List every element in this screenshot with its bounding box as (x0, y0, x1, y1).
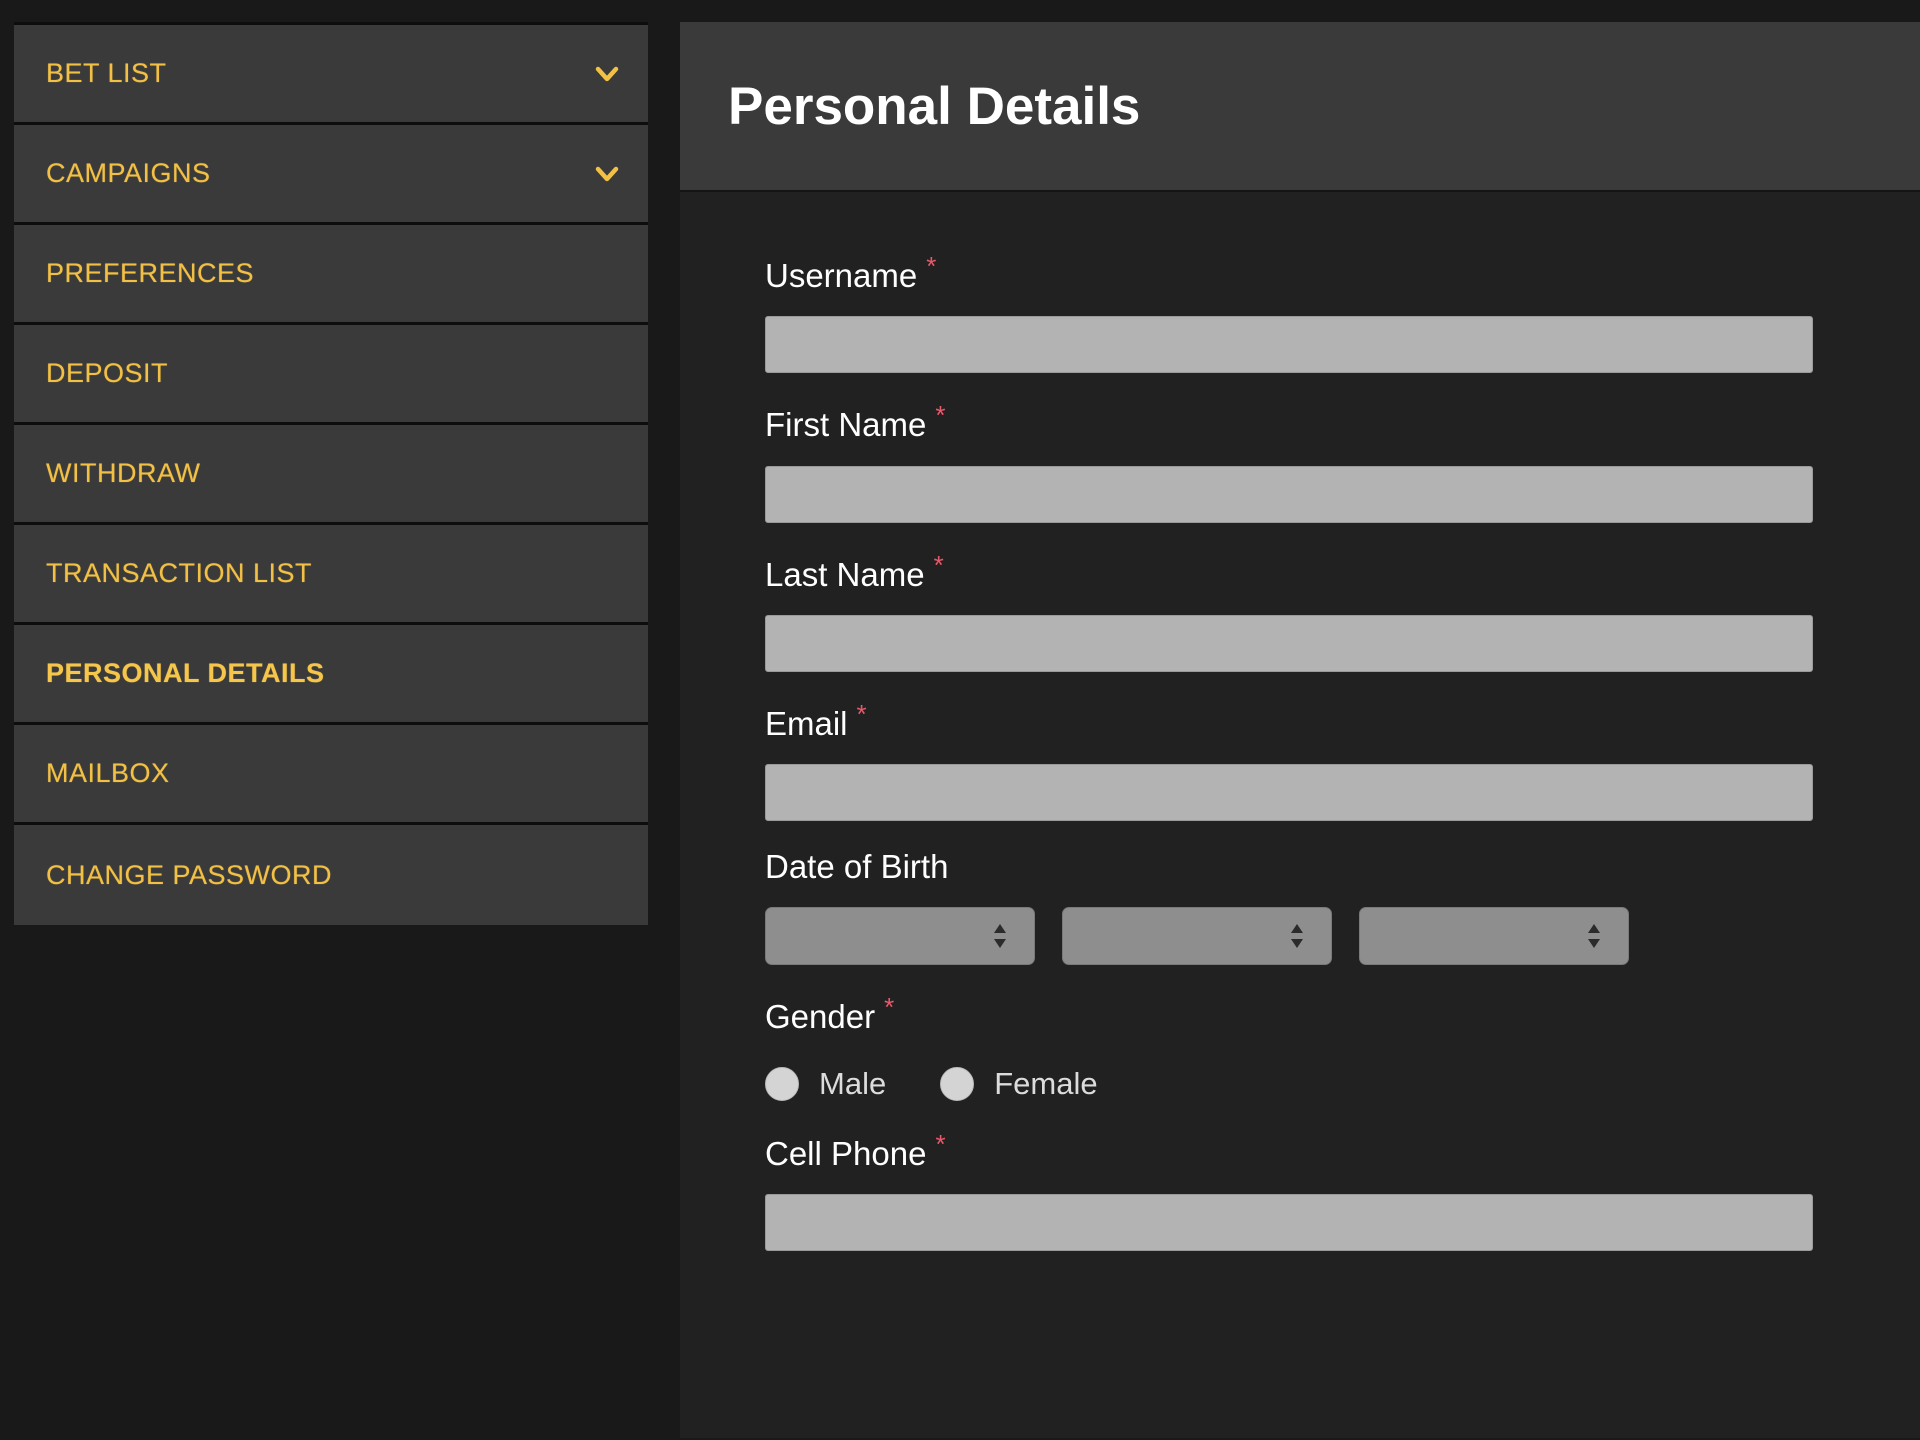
email-input[interactable] (765, 764, 1813, 822)
email-label: Email * (765, 700, 1815, 742)
radio-button-icon[interactable] (940, 1066, 975, 1101)
sidebar-item-label: PERSONAL DETAILS (46, 658, 325, 688)
sidebar-item-personal-details[interactable]: PERSONAL DETAILS (14, 625, 648, 725)
sidebar-item-label: DEPOSIT (46, 358, 169, 388)
sidebar-item-preferences[interactable]: PREFERENCES (14, 225, 648, 325)
sidebar-item-bet-list[interactable]: BET LIST (14, 25, 648, 125)
sidebar-item-change-password[interactable]: CHANGE PASSWORD (14, 825, 648, 925)
last-name-input[interactable] (765, 614, 1813, 672)
dob-month-select[interactable] (1062, 907, 1332, 966)
gender-option-label: Female (994, 1065, 1098, 1101)
first-name-label-text: First Name (765, 406, 927, 444)
required-asterisk: * (856, 698, 867, 729)
dob-year-select[interactable] (1359, 907, 1629, 966)
main-content: Personal Details Username * First Name * L… (680, 22, 1920, 1440)
sidebar-item-label: PREFERENCES (46, 258, 255, 288)
email-label-text: Email (765, 704, 848, 742)
sidebar-item-label: CHANGE PASSWORD (46, 859, 333, 890)
required-asterisk: * (884, 992, 895, 1023)
sidebar-item-deposit[interactable]: DEPOSIT (14, 325, 648, 425)
sidebar-item-label: MAILBOX (46, 758, 170, 788)
page-header: Personal Details (680, 22, 1920, 192)
field-email: Email * (765, 700, 1815, 822)
spinner-arrows-icon (1289, 922, 1305, 950)
page-title: Personal Details (728, 76, 1141, 136)
cell-phone-label: Cell Phone * (765, 1128, 1815, 1172)
field-gender: Gender * Male Female (765, 993, 1815, 1101)
radio-button-icon[interactable] (765, 1066, 799, 1101)
sidebar-item-mailbox[interactable]: MAILBOX (14, 725, 648, 825)
sidebar-item-label: CAMPAIGNS (46, 158, 211, 188)
gender-label-text: Gender (765, 998, 876, 1036)
spinner-arrows-icon (1586, 922, 1602, 950)
date-of-birth-label-text: Date of Birth (765, 848, 949, 886)
required-asterisk: * (933, 549, 944, 580)
chevron-down-icon[interactable] (592, 159, 622, 189)
required-asterisk: * (935, 400, 946, 431)
personal-details-form: Username * First Name * Last Name * Email * (680, 192, 1920, 1438)
username-label-text: Username (765, 257, 918, 294)
cell-phone-label-text: Cell Phone (765, 1134, 927, 1172)
sidebar-item-campaigns[interactable]: CAMPAIGNS (14, 125, 648, 225)
dob-day-select[interactable] (765, 907, 1035, 966)
field-username: Username * (765, 252, 1815, 374)
field-last-name: Last Name * (765, 549, 1815, 672)
sidebar-item-label: TRANSACTION LIST (46, 558, 313, 588)
field-first-name: First Name * (765, 401, 1815, 523)
gender-option-label: Male (819, 1065, 887, 1101)
field-cell-phone: Cell Phone * (765, 1128, 1815, 1252)
required-asterisk: * (926, 251, 937, 281)
username-input[interactable] (765, 316, 1813, 374)
username-label: Username * (765, 252, 1815, 294)
gender-option-female[interactable]: Female (940, 1065, 1098, 1102)
sidebar-item-withdraw[interactable]: WITHDRAW (14, 425, 648, 525)
field-date-of-birth: Date of Birth (765, 849, 1815, 966)
gender-options: Male Female (765, 1066, 1815, 1102)
last-name-label: Last Name * (765, 549, 1815, 593)
date-of-birth-row (765, 907, 1815, 966)
cell-phone-input[interactable] (765, 1194, 1813, 1252)
gender-option-male[interactable]: Male (765, 1066, 886, 1102)
chevron-down-icon[interactable] (592, 59, 622, 89)
first-name-input[interactable] (765, 465, 1813, 523)
sidebar-item-label: WITHDRAW (46, 458, 201, 488)
first-name-label: First Name * (765, 401, 1815, 443)
last-name-label-text: Last Name (765, 555, 925, 593)
sidebar-nav: BET LIST CAMPAIGNS PREFERENCES DEPOSIT W… (14, 22, 648, 925)
sidebar-item-transaction-list[interactable]: TRANSACTION LIST (14, 525, 648, 625)
spinner-arrows-icon (992, 922, 1008, 950)
date-of-birth-label: Date of Birth (765, 849, 1815, 885)
gender-label: Gender * (765, 993, 1815, 1035)
sidebar-item-label: BET LIST (46, 58, 167, 88)
required-asterisk: * (935, 1128, 946, 1159)
